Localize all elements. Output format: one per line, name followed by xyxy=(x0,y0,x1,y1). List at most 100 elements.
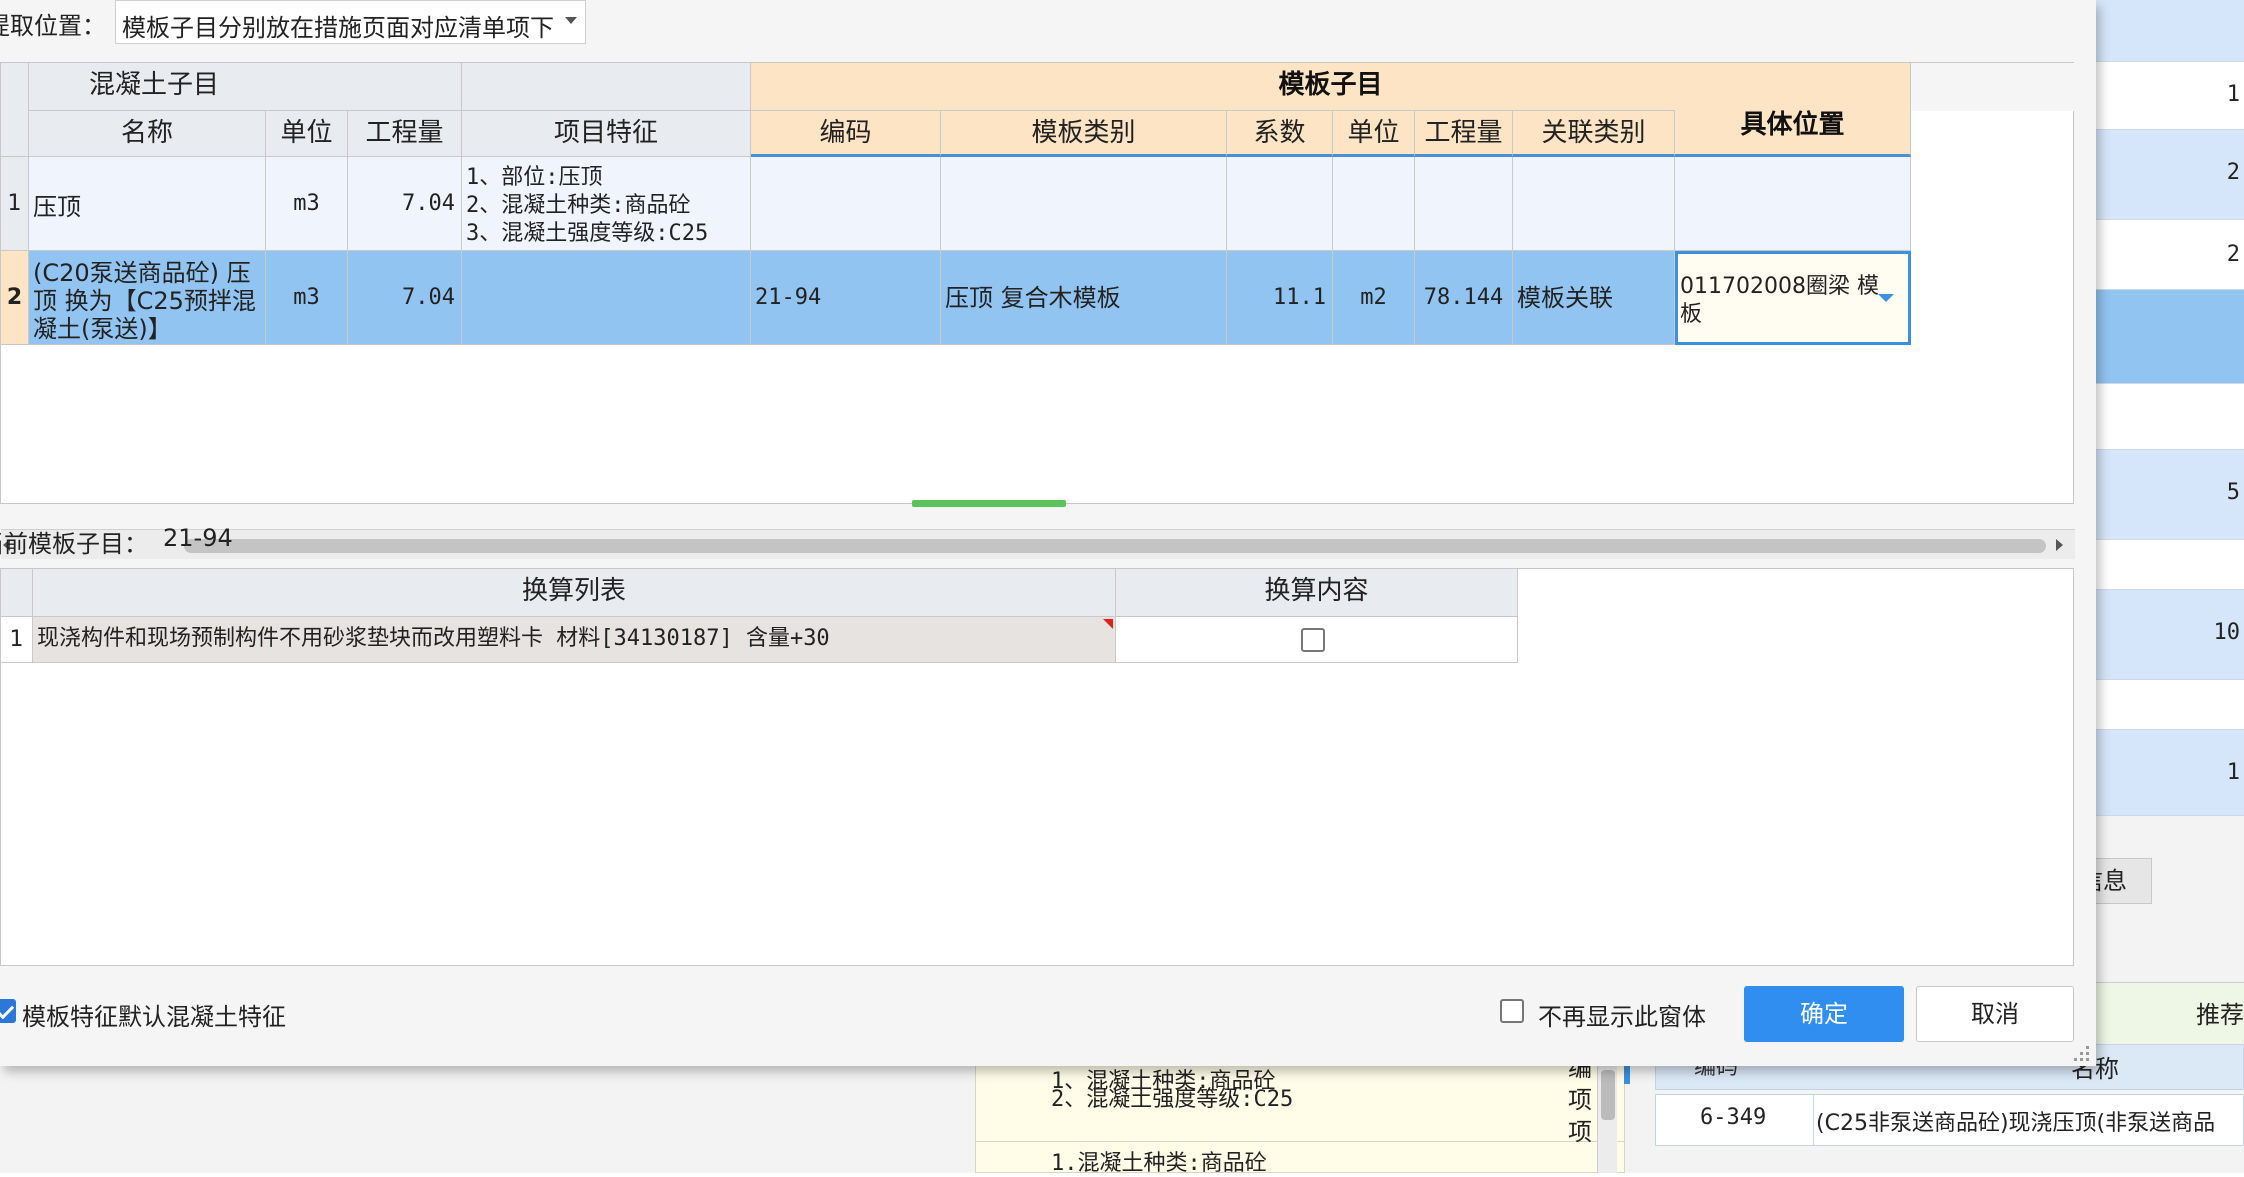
bg-cell: 2 xyxy=(2095,130,2244,220)
cell-code[interactable] xyxy=(751,157,941,251)
blank-group-header xyxy=(462,63,751,111)
row-header-corner xyxy=(1,569,33,617)
cell-qty[interactable]: 7.04 xyxy=(348,157,462,251)
cell-template-qty[interactable]: 78.144 xyxy=(1415,251,1513,345)
divider xyxy=(976,1141,1624,1142)
cell-coefficient[interactable] xyxy=(1227,157,1333,251)
col-conversion-list[interactable]: 换算列表 xyxy=(33,569,1116,617)
position-dropdown[interactable]: 011702008圈梁 模 板 xyxy=(1675,251,1911,345)
row-number-selected[interactable]: 2 xyxy=(1,251,29,345)
bg-cell-selected xyxy=(2095,290,2244,384)
col-unit[interactable]: 单位 xyxy=(266,111,348,157)
col-coefficient[interactable]: 系数 xyxy=(1227,111,1333,157)
col-template-qty[interactable]: 工程量 xyxy=(1415,111,1513,157)
bg-cell: 1 xyxy=(2095,62,2244,130)
cancel-button[interactable]: 取消 xyxy=(1916,986,2074,1042)
background-recommend-label: 推荐 xyxy=(2196,1001,2244,1029)
bg-value: 1 xyxy=(2226,82,2240,107)
bg-cell: 2 xyxy=(2095,220,2244,290)
chevron-down-icon xyxy=(565,17,577,24)
name-line: 凝土(泵送)】 xyxy=(33,315,172,343)
bg-cell: 1 xyxy=(2095,730,2244,816)
cell-name-text: 压顶 xyxy=(33,193,81,221)
template-grid: 混凝土子目 模板子目 名称 单位 工程量 项目特征 编码 模板类别 系数 单位 … xyxy=(0,62,2075,559)
cell-unit[interactable]: m3 xyxy=(266,157,348,251)
cell-code[interactable]: 21-94 xyxy=(751,251,941,345)
scroll-thumb[interactable] xyxy=(184,539,2046,553)
conversion-item[interactable]: 现浇构件和现场预制构件不用砂浆垫块而改用塑料卡 材料[34130187] 含量+… xyxy=(33,617,1116,663)
cell-template-type[interactable] xyxy=(941,157,1227,251)
feature-line: 3、混凝土强度等级:C25 xyxy=(466,221,709,246)
col-template-unit[interactable]: 单位 xyxy=(1333,111,1415,157)
bg-cell: 5 xyxy=(2095,450,2244,540)
scroll-thumb[interactable] xyxy=(1601,1070,1615,1120)
current-template-label: 当前模板子目： xyxy=(0,530,148,558)
col-conversion-content[interactable]: 换算内容 xyxy=(1116,569,1518,617)
divider xyxy=(1813,1095,1814,1145)
conversion-checkbox[interactable] xyxy=(1301,628,1325,652)
splitter-handle[interactable] xyxy=(912,500,1066,507)
conversion-grid: 换算列表 换算内容 1 现浇构件和现场预制构件不用砂浆垫块而改用塑料卡 材料[3… xyxy=(0,568,2074,966)
bg-value: 10 xyxy=(2213,620,2241,645)
location-select-value: 模板子目分别放在措施页面对应清单项下 xyxy=(122,14,554,42)
col-qty[interactable]: 工程量 xyxy=(348,111,462,157)
chevron-down-icon[interactable] xyxy=(1878,294,1894,302)
cell-template-unit[interactable]: m2 xyxy=(1333,251,1415,345)
default-feature-label[interactable]: 模板特征默认混凝土特征 xyxy=(22,997,286,1032)
cell-position[interactable] xyxy=(1675,157,1911,251)
cell-qty[interactable]: 7.04 xyxy=(348,251,462,345)
bg-value: 1 xyxy=(2226,760,2240,785)
cell-unit[interactable]: m3 xyxy=(266,251,348,345)
col-code[interactable]: 编码 xyxy=(751,111,941,157)
bg-value: 5 xyxy=(2226,480,2240,505)
background-vertical-text: 编 项 项 xyxy=(1568,1052,1592,1148)
ok-button[interactable]: 确定 xyxy=(1744,986,1904,1042)
bg-feature-line: 2、混凝土强度等级:C25 xyxy=(1051,1087,1294,1112)
header-filler xyxy=(1911,63,2075,111)
location-select[interactable]: 模板子目分别放在措施页面对应清单项下 xyxy=(115,0,586,44)
cell-relation-type[interactable] xyxy=(1513,157,1675,251)
comment-marker-icon xyxy=(1103,619,1113,629)
background-right-column: 1 2 2 5 10 1 xyxy=(2095,0,2244,816)
cell-coefficient[interactable]: 11.1 xyxy=(1227,251,1333,345)
background-table-row[interactable]: 6-349 (C25非泵送商品砼)现浇压顶(非泵送商品 xyxy=(1655,1094,2244,1146)
bg-feature-line: 1.混凝土种类:商品砼 xyxy=(1051,1151,1267,1176)
cell-name[interactable]: (C20泵送商品砼) 压 顶 换为【C25预拌混 凝土(泵送)】 xyxy=(29,251,266,345)
cell-template-type[interactable]: 压顶 复合木模板 xyxy=(941,251,1227,345)
bg-cell xyxy=(2095,0,2244,62)
background-scrollbar[interactable] xyxy=(1597,1062,1617,1173)
col-name[interactable]: 名称 xyxy=(29,111,266,157)
cell-feature[interactable] xyxy=(462,251,751,345)
bg-cell xyxy=(2095,384,2244,450)
background-feature-panel: 1、混凝土种类:商品砼 2、混凝土强度等级:C25 1.混凝土种类:商品砼 xyxy=(975,1062,1625,1176)
default-feature-checkbox[interactable] xyxy=(0,999,16,1023)
position-line: 011702008圈梁 模 xyxy=(1680,274,1879,299)
bg-row-code: 6-349 xyxy=(1700,1105,1767,1130)
col-template-type[interactable]: 模板类别 xyxy=(941,111,1227,157)
resize-grip-icon[interactable] xyxy=(2072,1044,2092,1064)
cell-name[interactable]: 压顶 xyxy=(29,157,266,251)
cell-feature[interactable]: 1、部位:压顶 2、混凝土种类:商品砼 3、混凝土强度等级:C25 xyxy=(462,157,751,251)
bg-cell xyxy=(2095,680,2244,730)
bg-vchar: 项 xyxy=(1568,1086,1592,1114)
cell-template-qty[interactable] xyxy=(1415,157,1513,251)
current-template-value: 21-94 xyxy=(163,524,233,552)
cell-relation-type[interactable]: 模板关联 xyxy=(1513,251,1675,345)
cell-template-unit[interactable] xyxy=(1333,157,1415,251)
col-position[interactable]: 具体位置 xyxy=(1675,63,1911,157)
location-label: 提取位置： xyxy=(0,12,106,40)
bg-row-name: (C25非泵送商品砼)现浇压顶(非泵送商品 xyxy=(1816,1111,2216,1136)
no-show-checkbox[interactable] xyxy=(1500,999,1524,1023)
row-number[interactable]: 1 xyxy=(1,617,33,663)
bg-value: 2 xyxy=(2226,160,2240,185)
row-number[interactable]: 1 xyxy=(1,157,29,251)
scroll-right-icon[interactable] xyxy=(2056,539,2063,551)
conversion-checkbox-cell[interactable] xyxy=(1116,617,1518,663)
horizontal-scrollbar[interactable] xyxy=(1,529,2075,559)
col-relation-type[interactable]: 关联类别 xyxy=(1513,111,1675,157)
col-position-label: 具体位置 xyxy=(1740,110,1845,140)
col-feature[interactable]: 项目特征 xyxy=(462,111,751,157)
conversion-item-text: 现浇构件和现场预制构件不用砂浆垫块而改用塑料卡 材料[34130187] 含量+… xyxy=(37,626,830,651)
template-extract-dialog: 提取位置： 模板子目分别放在措施页面对应清单项下 混凝土子目 模板子目 名称 单… xyxy=(0,0,2096,1066)
no-show-label[interactable]: 不再显示此窗体 xyxy=(1538,997,1706,1032)
